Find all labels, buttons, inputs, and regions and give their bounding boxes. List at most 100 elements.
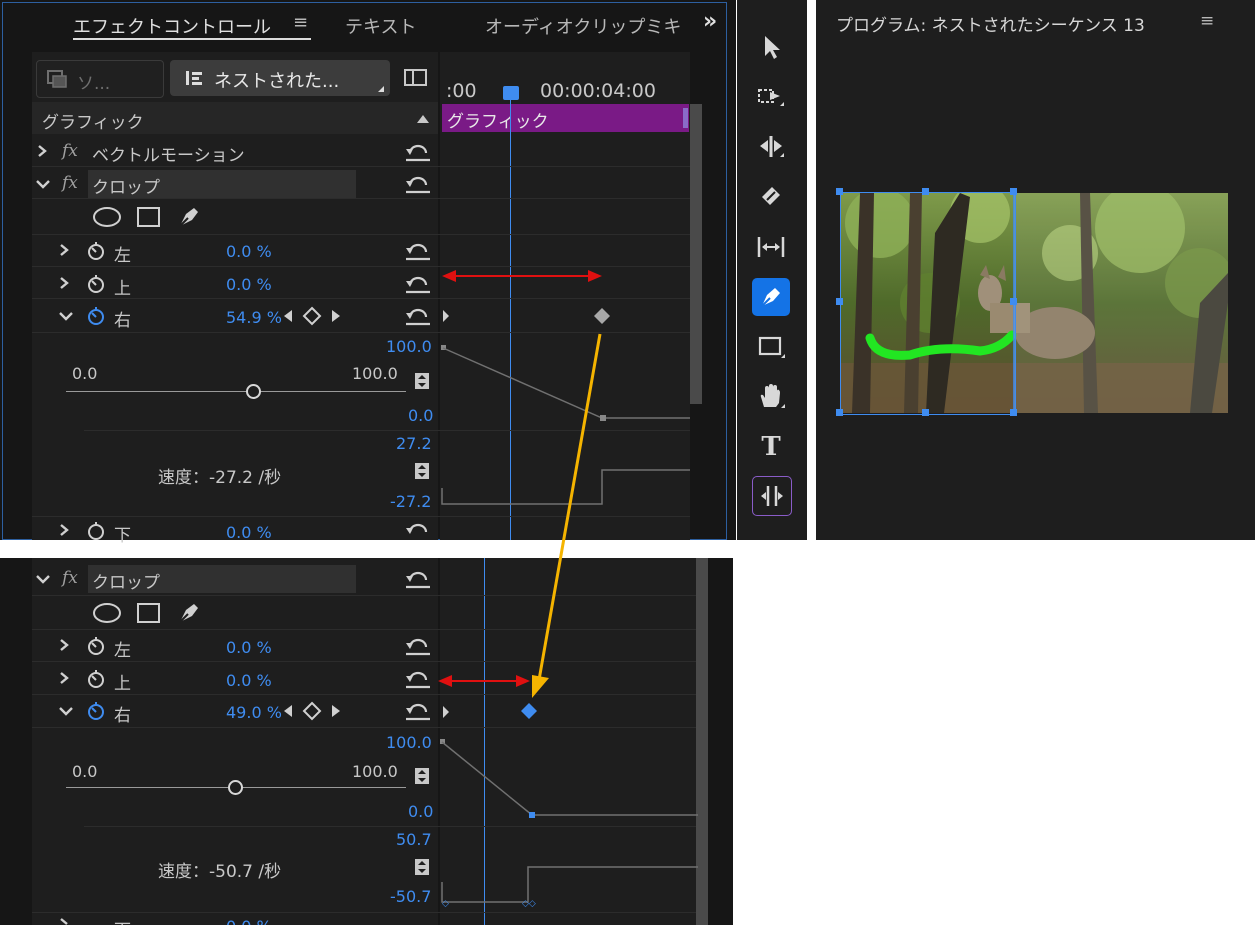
ripple-edit-tool[interactable] bbox=[752, 128, 790, 166]
slider-max-label: 100.0 bbox=[352, 762, 398, 781]
add-keyframe-icon[interactable] bbox=[302, 306, 322, 326]
type-icon: T bbox=[761, 432, 781, 462]
add-keyframe-icon[interactable] bbox=[302, 701, 322, 721]
param-top-value[interactable]: 0.0 % bbox=[226, 275, 272, 294]
pen-mask-icon[interactable] bbox=[176, 204, 202, 230]
crop-handle[interactable] bbox=[1010, 188, 1017, 195]
graph-scale-icon[interactable] bbox=[414, 767, 430, 785]
ellipse-mask-icon[interactable] bbox=[92, 206, 122, 228]
param-left-value[interactable]: 0.0 % bbox=[226, 242, 272, 261]
hand-tool[interactable] bbox=[752, 378, 790, 416]
reset-icon[interactable] bbox=[404, 273, 432, 295]
crop-handle[interactable] bbox=[1010, 298, 1017, 305]
row-divider bbox=[32, 234, 690, 235]
reset-icon[interactable] bbox=[404, 668, 432, 690]
toggle-timeline-icon[interactable] bbox=[404, 68, 428, 88]
tab-audio-clip-mixer[interactable]: オーディオクリップミキ bbox=[485, 13, 691, 39]
slider-max-label: 100.0 bbox=[352, 364, 398, 383]
crop-handle[interactable] bbox=[1010, 409, 1017, 416]
collapse-chevron-icon[interactable] bbox=[35, 573, 51, 585]
reset-icon[interactable] bbox=[404, 305, 432, 327]
hand-icon bbox=[760, 384, 785, 408]
pen-mask-icon[interactable] bbox=[176, 600, 202, 626]
param-right-value[interactable]: 54.9 % bbox=[226, 308, 282, 327]
pen-tool[interactable] bbox=[752, 278, 790, 316]
graph-scale-icon[interactable] bbox=[414, 372, 430, 390]
param-top-value[interactable]: 0.0 % bbox=[226, 671, 272, 690]
collapse-chevron-icon[interactable] bbox=[58, 705, 74, 717]
reset-icon[interactable] bbox=[404, 520, 432, 540]
velocity-min-label: -50.7 bbox=[390, 887, 432, 906]
prev-keyframe-icon[interactable] bbox=[282, 703, 294, 719]
param-bottom-value[interactable]: 0.0 % bbox=[226, 523, 272, 542]
stopwatch-icon[interactable] bbox=[86, 635, 106, 657]
value-slider-thumb[interactable] bbox=[228, 780, 243, 795]
expand-chevron-icon[interactable] bbox=[58, 671, 70, 685]
tab-effect-controls[interactable]: エフェクトコントロール bbox=[73, 13, 271, 39]
next-keyframe-icon[interactable] bbox=[330, 308, 342, 324]
crop-handle[interactable] bbox=[922, 188, 929, 195]
rectangle-mask-icon[interactable] bbox=[136, 206, 162, 228]
graph-min-label: 0.0 bbox=[408, 406, 434, 425]
expand-chevron-icon[interactable] bbox=[58, 918, 70, 925]
velocity-scale-icon[interactable] bbox=[414, 462, 430, 480]
stopwatch-icon[interactable] bbox=[86, 240, 106, 262]
type-tool[interactable]: T bbox=[752, 428, 790, 466]
reset-icon[interactable] bbox=[404, 700, 432, 722]
crop-handle[interactable] bbox=[836, 298, 843, 305]
clip-bar[interactable]: グラフィック bbox=[442, 104, 689, 132]
tab-overflow-icon[interactable]: » bbox=[703, 9, 717, 34]
source-selector[interactable]: ソ... bbox=[36, 60, 164, 98]
expand-chevron-icon[interactable] bbox=[58, 243, 70, 257]
stopwatch-active-icon[interactable] bbox=[86, 700, 106, 722]
sequence-selector[interactable]: ネストされた... bbox=[170, 60, 390, 96]
stopwatch-icon[interactable] bbox=[86, 668, 106, 690]
param-left-value[interactable]: 0.0 % bbox=[226, 638, 272, 657]
collapse-arrow-icon[interactable] bbox=[417, 115, 429, 123]
crop-handle[interactable] bbox=[836, 409, 843, 416]
stopwatch-icon[interactable] bbox=[86, 520, 106, 540]
reset-icon[interactable] bbox=[404, 635, 432, 657]
expand-chevron-icon[interactable] bbox=[58, 638, 70, 652]
value-slider-track[interactable] bbox=[66, 391, 406, 392]
rectangle-tool[interactable] bbox=[752, 328, 790, 366]
timeline-scrollbar[interactable] bbox=[690, 104, 702, 404]
crop-name-field[interactable]: クロップ bbox=[88, 565, 356, 593]
crop-handle[interactable] bbox=[922, 409, 929, 416]
tab-menu-icon[interactable]: ≡ bbox=[293, 12, 308, 33]
stopwatch-active-icon[interactable] bbox=[86, 305, 106, 327]
reset-icon[interactable] bbox=[404, 240, 432, 262]
ellipse-mask-icon[interactable] bbox=[92, 602, 122, 624]
crop-handle[interactable] bbox=[836, 188, 843, 195]
annotation-arrow bbox=[532, 333, 602, 698]
prev-keyframe-icon[interactable] bbox=[282, 308, 294, 324]
param-bottom-value[interactable]: 0.0 % bbox=[226, 917, 272, 925]
razor-tool[interactable] bbox=[752, 178, 790, 216]
value-slider-thumb[interactable] bbox=[246, 384, 261, 399]
expand-chevron-icon[interactable] bbox=[58, 276, 70, 290]
program-monitor-menu-icon[interactable]: ≡ bbox=[1200, 11, 1214, 31]
tab-text[interactable]: テキスト bbox=[345, 13, 416, 39]
reset-icon[interactable] bbox=[404, 141, 432, 163]
playhead-handle[interactable] bbox=[503, 86, 519, 100]
reset-icon[interactable] bbox=[404, 173, 432, 195]
rectangle-mask-icon[interactable] bbox=[136, 602, 162, 624]
slip-tool[interactable] bbox=[752, 228, 790, 266]
velocity-max-label: 27.2 bbox=[396, 434, 432, 453]
selection-tool[interactable] bbox=[752, 28, 790, 66]
reset-icon[interactable] bbox=[404, 568, 432, 590]
fx-badge: fx bbox=[62, 568, 78, 588]
collapse-chevron-icon[interactable] bbox=[58, 310, 74, 322]
track-select-tool[interactable] bbox=[752, 78, 790, 116]
velocity-scale-icon[interactable] bbox=[414, 858, 430, 876]
expand-chevron-icon[interactable] bbox=[36, 144, 48, 158]
crop-name-field[interactable]: クロップ bbox=[88, 170, 356, 198]
collapse-chevron-icon[interactable] bbox=[35, 178, 51, 190]
track-select-icon bbox=[758, 89, 784, 106]
remix-tool[interactable] bbox=[752, 476, 792, 516]
next-keyframe-icon[interactable] bbox=[330, 703, 342, 719]
expand-chevron-icon[interactable] bbox=[58, 523, 70, 537]
stopwatch-icon[interactable] bbox=[86, 273, 106, 295]
param-right-value[interactable]: 49.0 % bbox=[226, 703, 282, 722]
speed-readout: 速度：-27.2 /秒 bbox=[158, 468, 282, 488]
